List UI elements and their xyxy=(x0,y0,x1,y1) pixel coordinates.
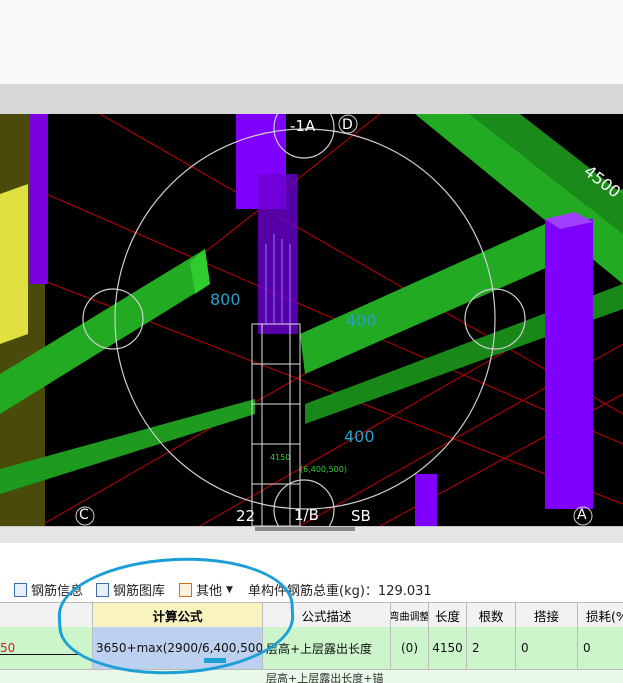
axis-label-top-1a: -1A xyxy=(290,117,316,135)
cell-loss[interactable]: 0 xyxy=(578,627,623,669)
dimension-800: 800 xyxy=(210,290,241,309)
other-label: 其他 xyxy=(196,584,223,599)
row-divider-line xyxy=(0,654,80,655)
view-toolbar-strip xyxy=(0,84,623,114)
dimension-400-upper: 400 xyxy=(346,311,377,330)
cell-formula-desc[interactable]: 层高+上层露出长度 xyxy=(263,627,391,669)
axis-label-1b: 1/B xyxy=(294,506,319,524)
total-weight: 单构件钢筋总重(kg)：129.031 xyxy=(248,580,432,599)
rebar-library-label: 钢筋图库 xyxy=(113,584,166,599)
top-window-area xyxy=(0,0,623,84)
axis-label-a: A xyxy=(577,507,587,523)
yellow-panel xyxy=(0,184,28,344)
rebar-formula-note: (6,400,500) xyxy=(300,465,347,474)
cell-length[interactable]: 4150 xyxy=(429,627,467,669)
cell-bend-adjust[interactable]: (0) xyxy=(391,627,429,669)
table-row[interactable]: 50 3650+max(2900/6,400,500) 层高+上层露出长度 (0… xyxy=(0,627,623,670)
header-left xyxy=(0,603,93,627)
other-icon xyxy=(179,582,192,597)
panel-splitter[interactable] xyxy=(0,526,623,543)
rebar-info-button[interactable]: 钢筋信息 xyxy=(14,580,83,599)
axis-label-22: 22 xyxy=(236,507,256,525)
next-row-desc: 层高+上层露出长度+锚 xyxy=(266,672,384,683)
column-rebar-cage xyxy=(251,323,301,526)
3d-viewport[interactable]: 4500 800 400 400 -1A D C 22 1/B SB A 415… xyxy=(0,114,623,526)
rebar-info-label: 钢筋信息 xyxy=(31,584,84,599)
bottom-purple-column xyxy=(415,474,437,526)
header-formula[interactable]: 计算公式 xyxy=(93,603,263,627)
header-formula-desc[interactable]: 公式描述 xyxy=(263,603,391,627)
cell-formula-text: 3650+max(2900/6,400,500) xyxy=(96,641,263,655)
axis-label-top-d: D xyxy=(342,117,353,133)
grid-header-row: 计算公式 公式描述 弯曲调整 长度 根数 搭接 损耗(% xyxy=(0,602,623,628)
axis-label-c: C xyxy=(79,507,89,523)
header-overlap[interactable]: 搭接 xyxy=(516,603,578,627)
header-loss[interactable]: 损耗(% xyxy=(578,603,623,627)
dimension-400-lower: 400 xyxy=(344,427,375,446)
header-bend-adjust[interactable]: 弯曲调整 xyxy=(391,603,429,627)
cursor-marker xyxy=(204,658,226,663)
cell-formula[interactable]: 3650+max(2900/6,400,500) xyxy=(93,627,263,669)
document-icon xyxy=(14,582,27,597)
axis-label-sb: SB xyxy=(351,507,371,525)
rebar-toolbar: 钢筋信息 钢筋图库 其他 ▼ 单构件钢筋总重(kg)：129.031 xyxy=(0,574,623,602)
cell-left-value: 50 xyxy=(0,641,16,655)
right-purple-column xyxy=(545,219,593,509)
left-purple-column xyxy=(30,114,48,284)
header-length[interactable]: 长度 xyxy=(429,603,467,627)
table-row-next[interactable]: 层高+上层露出长度+锚 xyxy=(0,670,623,683)
other-dropdown[interactable]: 其他 ▼ xyxy=(179,580,233,599)
chevron-down-icon: ▼ xyxy=(226,584,233,595)
cell-count[interactable]: 2 xyxy=(467,627,516,669)
splitter-handle[interactable] xyxy=(255,527,355,531)
total-weight-label: 单构件钢筋总重(kg)：129.031 xyxy=(248,584,432,599)
rebar-length-note: 4150 xyxy=(270,453,291,462)
cell-left[interactable]: 50 xyxy=(0,627,93,669)
library-icon xyxy=(96,582,109,597)
rebar-library-button[interactable]: 钢筋图库 xyxy=(96,580,165,599)
cell-overlap[interactable]: 0 xyxy=(516,627,578,669)
header-count[interactable]: 根数 xyxy=(467,603,516,627)
